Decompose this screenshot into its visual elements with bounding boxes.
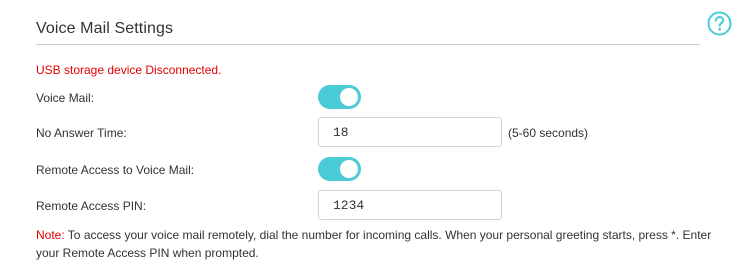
no-answer-time-range-hint: (5-60 seconds): [508, 126, 589, 140]
voice-mail-toggle[interactable]: [318, 85, 361, 109]
voice-mail-settings-panel: Voice Mail Settings USB storage device D…: [0, 0, 742, 279]
section-title: Voice Mail Settings: [36, 20, 174, 37]
note-body: To access your voice mail remotely, dial…: [36, 228, 712, 260]
usb-status-message: USB storage device Disconnected.: [36, 63, 222, 77]
remote-pin-label: Remote Access PIN:: [36, 199, 147, 213]
remote-access-toggle[interactable]: [318, 157, 361, 181]
note-text: Note: To access your voice mail remotely…: [36, 226, 726, 262]
no-answer-time-label: No Answer Time:: [36, 126, 127, 140]
note-label: Note:: [36, 228, 65, 242]
remote-access-label: Remote Access to Voice Mail:: [36, 163, 195, 177]
no-answer-time-input[interactable]: [318, 117, 502, 147]
toggle-knob: [340, 160, 358, 178]
section-divider: [36, 44, 700, 45]
voice-mail-label: Voice Mail:: [36, 91, 95, 105]
question-circle-icon[interactable]: [707, 11, 732, 36]
remote-pin-input[interactable]: [318, 190, 502, 220]
toggle-knob: [340, 88, 358, 106]
